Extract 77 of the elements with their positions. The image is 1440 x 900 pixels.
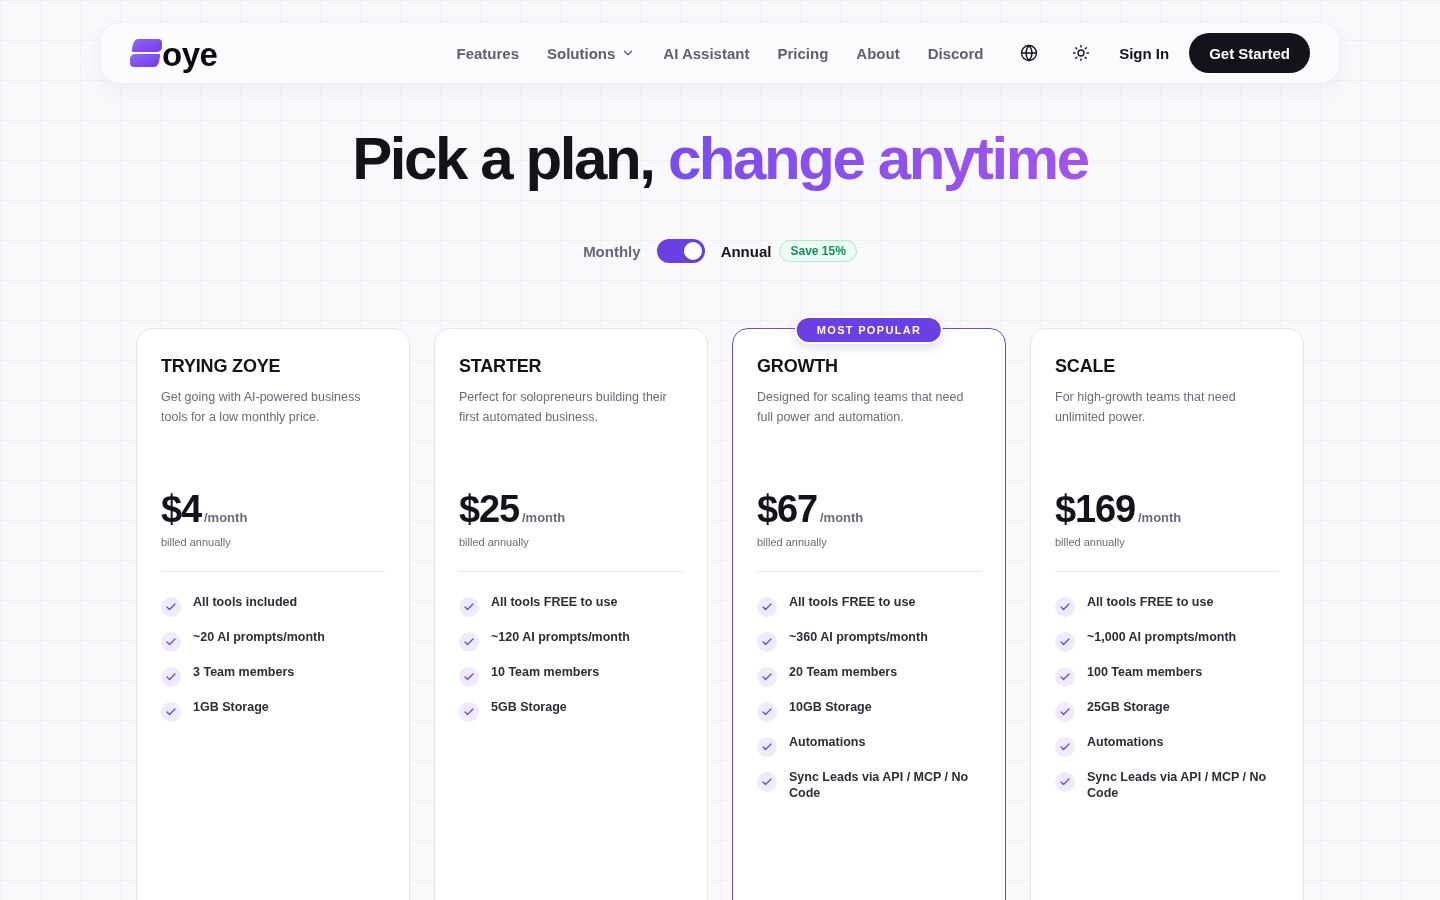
plan-description: For high-growth teams that need unlimited power.	[1055, 389, 1237, 426]
check-icon	[1055, 737, 1075, 757]
feature-text: ~20 AI prompts/month	[193, 629, 325, 645]
check-icon	[459, 702, 479, 722]
plan-price: $169	[1055, 487, 1135, 531]
check-icon	[161, 702, 181, 722]
check-icon	[1055, 702, 1075, 722]
feature-text: All tools FREE to use	[491, 594, 618, 610]
billing-note: billed annually	[459, 535, 529, 549]
price-period: /month	[1138, 510, 1182, 525]
feature-text: 1GB Storage	[193, 699, 269, 715]
plan-name: STARTER	[459, 355, 543, 377]
plan-price: $25	[459, 487, 519, 531]
plan-name: SCALE	[1055, 355, 1117, 377]
feature-text: 10 Team members	[491, 664, 600, 680]
sign-in-button[interactable]: Sign In	[1115, 44, 1174, 62]
logo-mark-icon	[130, 39, 162, 67]
logo-text: oye	[162, 37, 218, 71]
feature-text: 10GB Storage	[789, 699, 872, 715]
popular-badge: MOST POPULAR	[794, 316, 944, 344]
plan-name: GROWTH	[757, 355, 839, 377]
price-period: /month	[820, 510, 864, 525]
feature-text: All tools included	[193, 594, 298, 610]
sun-icon	[1072, 44, 1091, 62]
check-icon	[757, 667, 777, 687]
plan-description: Designed for scaling teams that need full power and automation.	[757, 389, 965, 426]
price-period: /month	[522, 510, 566, 525]
feature-text: Sync Leads via API / MCP / No Code	[789, 769, 970, 801]
billing-option-label[interactable]: Monthly	[583, 242, 641, 260]
check-icon	[161, 597, 181, 617]
feature-text: 3 Team members	[193, 664, 295, 680]
billing-note: billed annually	[1055, 535, 1125, 549]
billing-note: billed annually	[161, 535, 231, 549]
nav-link[interactable]: Discord	[927, 44, 984, 62]
get-started-button[interactable]: Get Started	[1189, 33, 1310, 73]
nav-link[interactable]: Solutions	[547, 44, 636, 62]
check-icon	[757, 737, 777, 757]
check-icon	[1055, 772, 1075, 792]
globe-icon	[1020, 44, 1039, 62]
billing-toggle[interactable]	[656, 239, 705, 263]
price-period: /month	[204, 510, 248, 525]
billing-note: billed annually	[757, 535, 827, 549]
check-icon	[161, 632, 181, 652]
feature-text: 20 Team members	[789, 664, 898, 680]
discount-badge: Save 15%	[779, 240, 857, 262]
check-icon	[161, 667, 181, 687]
feature-text: ~120 AI prompts/month	[491, 629, 630, 645]
plan-name: TRYING ZOYE	[161, 355, 282, 377]
plan-description: Get going with AI-powered business tools for a low monthly price.	[161, 389, 362, 426]
check-icon	[459, 667, 479, 687]
check-icon	[757, 772, 777, 792]
plan-description: Perfect for solopreneurs building their first automated business.	[459, 389, 668, 426]
check-icon	[757, 702, 777, 722]
feature-text: All tools FREE to use	[789, 594, 916, 610]
nav-link[interactable]: Pricing	[777, 44, 829, 62]
check-icon	[1055, 667, 1075, 687]
feature-text: Sync Leads via API / MCP / No Code	[1087, 769, 1268, 801]
check-icon	[1055, 632, 1075, 652]
feature-text: 100 Team members	[1087, 664, 1203, 680]
feature-text: Automations	[789, 734, 866, 750]
feature-text: 25GB Storage	[1087, 699, 1170, 715]
nav-link[interactable]: About	[856, 44, 900, 62]
plan-price: $67	[757, 487, 817, 531]
check-icon	[757, 632, 777, 652]
nav-link[interactable]: Features	[456, 44, 519, 62]
feature-text: ~360 AI prompts/month	[789, 629, 928, 645]
check-icon	[1055, 597, 1075, 617]
feature-text: 5GB Storage	[491, 699, 567, 715]
feature-text: ~1,000 AI prompts/month	[1087, 629, 1237, 645]
plan-price: $4	[161, 487, 201, 531]
check-icon	[757, 597, 777, 617]
billing-option-label[interactable]: Annual	[720, 242, 772, 260]
feature-text: All tools FREE to use	[1087, 594, 1214, 610]
feature-text: Automations	[1087, 734, 1164, 750]
check-icon	[459, 632, 479, 652]
nav-link[interactable]: AI Assistant	[663, 44, 750, 62]
check-icon	[459, 597, 479, 617]
